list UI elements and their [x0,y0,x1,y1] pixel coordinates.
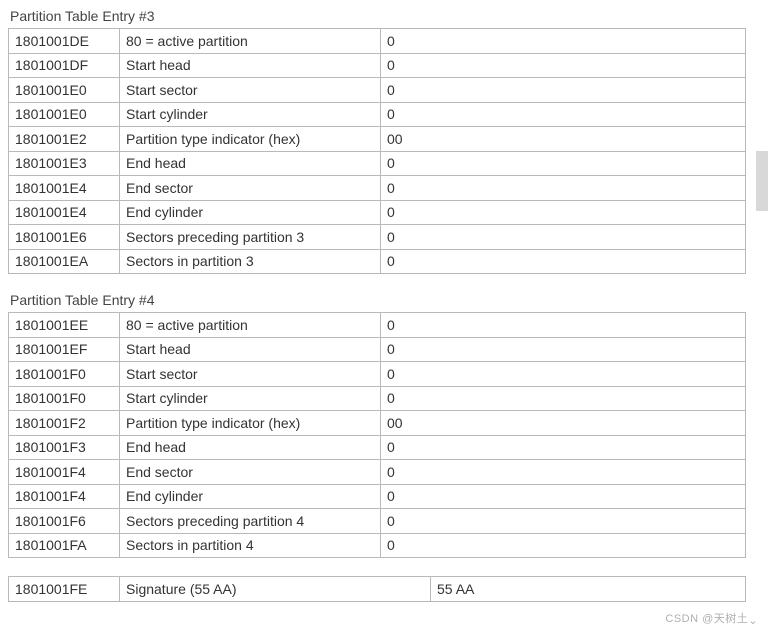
cell-value: 55 AA [431,577,745,601]
cell-offset: 1801001F2 [9,411,119,435]
cell-value: 0 [381,362,745,386]
cell-desc: End head [120,152,380,176]
cell-offset: 1801001FE [9,577,119,601]
cell-desc: End sector [120,460,380,484]
cell-desc: Signature (55 AA) [120,577,430,601]
section-partition-entry-4: Partition Table Entry #4 1801001EE80 = a… [8,292,746,558]
table-row[interactable]: 1801001F2Partition type indicator (hex)0… [9,411,745,435]
cell-desc: Sectors preceding partition 4 [120,509,380,533]
table-row[interactable]: 1801001F4End sector0 [9,460,745,484]
table-row[interactable]: 1801001F3End head0 [9,436,745,460]
cell-offset: 1801001DF [9,54,119,78]
section-signature: 1801001FE Signature (55 AA) 55 AA [8,576,746,602]
watermark: CSDN @天树土⌄ [665,610,758,626]
cell-desc: Start sector [120,362,380,386]
cell-value: 0 [381,225,745,249]
cell-value: 0 [381,387,745,411]
cell-desc: 80 = active partition [120,29,380,53]
cell-desc: Sectors preceding partition 3 [120,225,380,249]
table-row[interactable]: 1801001EFStart head0 [9,338,745,362]
cell-value: 0 [381,509,745,533]
cell-offset: 1801001F0 [9,387,119,411]
cell-desc: Start cylinder [120,103,380,127]
cell-desc: Start head [120,54,380,78]
table-row[interactable]: 1801001E4End sector0 [9,176,745,200]
cell-offset: 1801001F6 [9,509,119,533]
cell-offset: 1801001E4 [9,201,119,225]
table-row[interactable]: 1801001E4End cylinder0 [9,201,745,225]
section-title: Partition Table Entry #4 [10,292,746,308]
partition-entries-panel: Partition Table Entry #3 1801001DE80 = a… [0,0,756,610]
cell-offset: 1801001F3 [9,436,119,460]
cell-value: 0 [381,460,745,484]
cell-offset: 1801001E4 [9,176,119,200]
table-row[interactable]: 1801001E0Start sector0 [9,78,745,102]
signature-table: 1801001FE Signature (55 AA) 55 AA [8,576,746,602]
section-title: Partition Table Entry #3 [10,8,746,24]
table-row[interactable]: 1801001FASectors in partition 40 [9,534,745,558]
cell-offset: 1801001F4 [9,485,119,509]
table-row[interactable]: 1801001F6Sectors preceding partition 40 [9,509,745,533]
section-partition-entry-3: Partition Table Entry #3 1801001DE80 = a… [8,8,746,274]
cell-value: 00 [381,411,745,435]
cell-desc: End cylinder [120,201,380,225]
cell-offset: 1801001E0 [9,103,119,127]
table-row[interactable]: 1801001E3End head0 [9,152,745,176]
cell-value: 00 [381,127,745,151]
cell-desc: Sectors in partition 4 [120,534,380,558]
cell-offset: 1801001EF [9,338,119,362]
cell-desc: End head [120,436,380,460]
cell-value: 0 [381,338,745,362]
cell-value: 0 [381,313,745,337]
cell-offset: 1801001F4 [9,460,119,484]
cell-desc: Start sector [120,78,380,102]
table-row[interactable]: 1801001F4End cylinder0 [9,485,745,509]
cell-offset: 1801001EA [9,250,119,274]
cell-offset: 1801001E2 [9,127,119,151]
cell-offset: 1801001EE [9,313,119,337]
cell-offset: 1801001DE [9,29,119,53]
partition-table-3: 1801001DE80 = active partition0 1801001D… [8,28,746,274]
cell-value: 0 [381,152,745,176]
cell-value: 0 [381,534,745,558]
table-row[interactable]: 1801001E0Start cylinder0 [9,103,745,127]
cell-value: 0 [381,54,745,78]
cell-desc: End sector [120,176,380,200]
cell-value: 0 [381,78,745,102]
cell-desc: Start head [120,338,380,362]
table-row[interactable]: 1801001E6Sectors preceding partition 30 [9,225,745,249]
cell-offset: 1801001F0 [9,362,119,386]
cell-desc: Partition type indicator (hex) [120,127,380,151]
cell-desc: End cylinder [120,485,380,509]
cell-value: 0 [381,201,745,225]
table-row[interactable]: 1801001EE80 = active partition0 [9,313,745,337]
cell-value: 0 [381,103,745,127]
cell-value: 0 [381,176,745,200]
cell-offset: 1801001E6 [9,225,119,249]
cell-desc: Start cylinder [120,387,380,411]
table-row[interactable]: 1801001DE80 = active partition0 [9,29,745,53]
cell-desc: Partition type indicator (hex) [120,411,380,435]
cell-value: 0 [381,485,745,509]
cell-value: 0 [381,250,745,274]
table-row[interactable]: 1801001DFStart head0 [9,54,745,78]
table-row[interactable]: 1801001F0Start cylinder0 [9,387,745,411]
cell-desc: Sectors in partition 3 [120,250,380,274]
cell-value: 0 [381,436,745,460]
cell-offset: 1801001E3 [9,152,119,176]
partition-table-4: 1801001EE80 = active partition0 1801001E… [8,312,746,558]
watermark-text: CSDN @天树土 [665,613,748,625]
cell-value: 0 [381,29,745,53]
table-row[interactable]: 1801001F0Start sector0 [9,362,745,386]
cell-offset: 1801001E0 [9,78,119,102]
cell-desc: 80 = active partition [120,313,380,337]
table-row[interactable]: 1801001FE Signature (55 AA) 55 AA [9,577,745,601]
table-row[interactable]: 1801001EASectors in partition 30 [9,250,745,274]
table-row[interactable]: 1801001E2Partition type indicator (hex)0… [9,127,745,151]
chevron-down-icon: ⌄ [748,614,758,627]
cell-offset: 1801001FA [9,534,119,558]
scrollbar-thumb[interactable] [756,151,768,211]
